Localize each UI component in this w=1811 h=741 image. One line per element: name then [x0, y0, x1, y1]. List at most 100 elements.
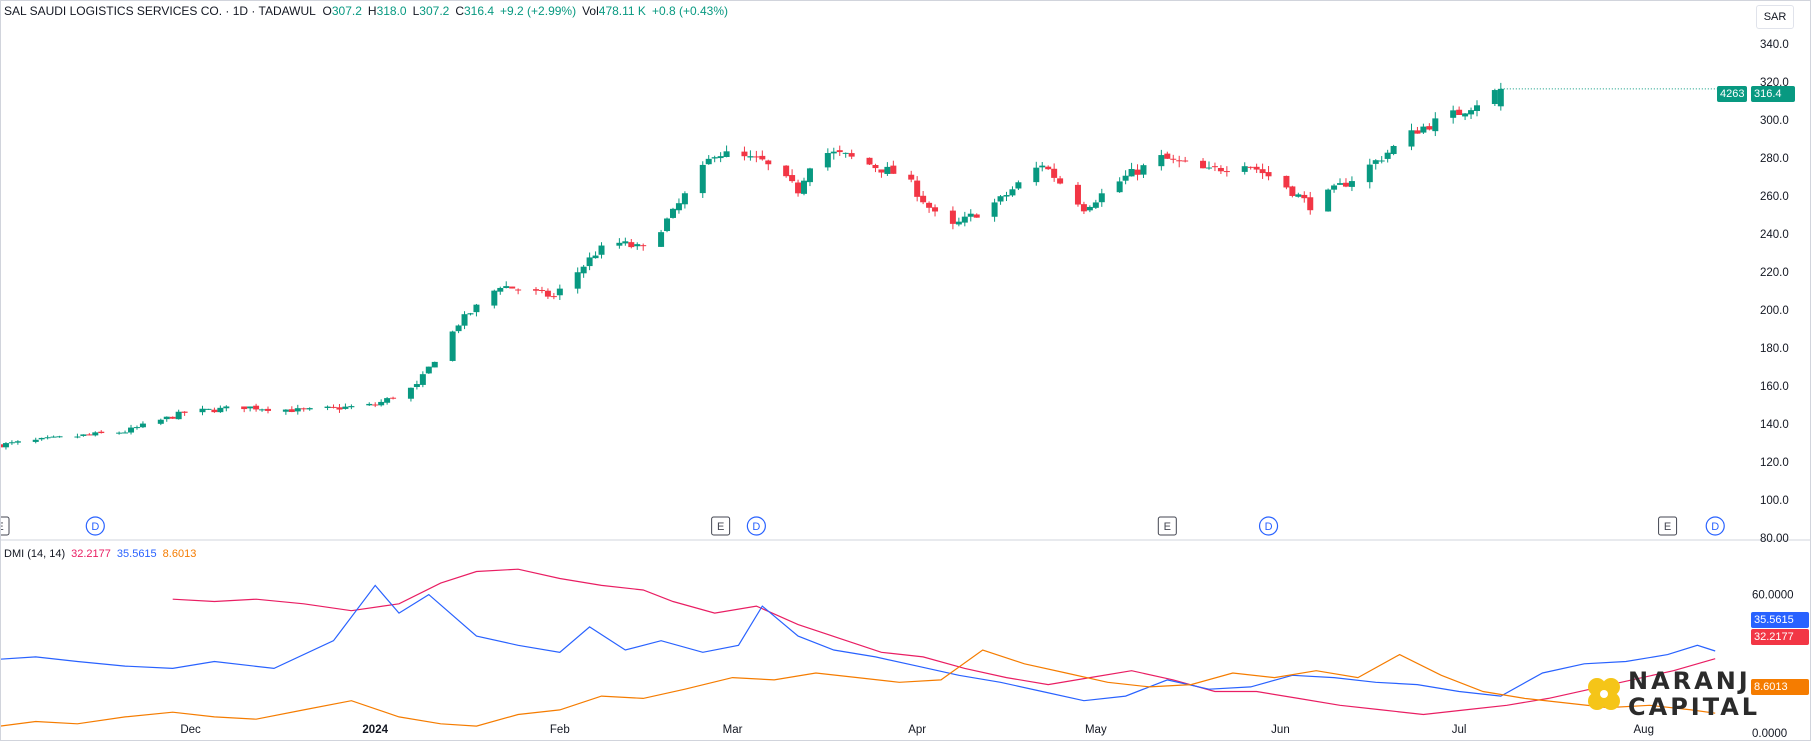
- candle-body: [795, 182, 802, 194]
- logo-line2: CAPITAL: [1628, 693, 1761, 721]
- chart-svg[interactable]: 80.00 100.0 120.0 140.0 160.0 180.0 200.0 220.0…: [0, 0, 1811, 741]
- candle-body: [181, 411, 188, 413]
- candle-body: [1039, 165, 1046, 168]
- candle-body: [628, 242, 635, 248]
- candle-body: [503, 286, 510, 289]
- candle-body: [1372, 160, 1379, 164]
- candle-body: [491, 290, 498, 306]
- candle-body: [372, 404, 379, 406]
- candle-body: [1253, 166, 1260, 170]
- close-label: C: [455, 4, 464, 18]
- candle-body: [1164, 153, 1171, 159]
- dividend-marker-label: D: [1711, 521, 1719, 533]
- candle-body: [509, 286, 516, 289]
- candle-body: [288, 409, 295, 413]
- candle-body: [926, 202, 933, 208]
- candle-body: [14, 441, 21, 443]
- candle-body: [1295, 194, 1302, 197]
- candle-body: [38, 437, 45, 440]
- candle-body: [1348, 181, 1355, 187]
- candle-body: [497, 287, 504, 292]
- candle-body: [324, 406, 331, 408]
- candle-body: [914, 180, 921, 197]
- time-axis-tick-label: 2024: [362, 724, 388, 736]
- candle-body: [717, 156, 724, 159]
- candle-body: [211, 409, 218, 413]
- dmi-axis-tick-label: 60.0000: [1752, 590, 1794, 602]
- candle-body: [139, 423, 146, 428]
- candle-body: [1176, 160, 1183, 162]
- candle-body: [1497, 88, 1504, 107]
- candle-body: [967, 213, 974, 217]
- candle-body: [330, 406, 337, 408]
- logo-line1: NARANJ: [1628, 667, 1751, 695]
- dmi-axis-tick-label: 0.0000: [1752, 728, 1787, 740]
- candle-body: [1283, 175, 1290, 188]
- candle-body: [1134, 169, 1141, 175]
- candle-body: [1170, 158, 1177, 160]
- price-axis-tick-label: 160.0: [1760, 381, 1789, 393]
- candle-body: [1491, 90, 1498, 105]
- candle-body: [961, 216, 968, 223]
- candle-body: [664, 218, 671, 232]
- candle-body: [217, 407, 224, 413]
- price-axis-tick-label: 140.0: [1760, 419, 1789, 431]
- candle-body: [1080, 204, 1087, 212]
- candle-body: [711, 157, 718, 159]
- candle-body: [348, 406, 355, 408]
- candle-body: [294, 408, 301, 412]
- candle-body: [1140, 165, 1147, 175]
- candle-body: [1200, 160, 1207, 169]
- candle-body: [1128, 169, 1135, 177]
- candle-body: [1051, 168, 1058, 178]
- candle-body: [8, 442, 15, 444]
- candle-body: [1289, 186, 1296, 196]
- candle-body: [753, 156, 760, 158]
- candle-body: [1015, 182, 1022, 189]
- candle-body: [56, 436, 63, 438]
- candle-body: [658, 232, 665, 247]
- candle-body: [1456, 109, 1463, 115]
- candle-body: [824, 153, 831, 168]
- earnings-marker-label: E: [717, 521, 724, 533]
- candle-body: [247, 406, 254, 409]
- candle-body: [1378, 160, 1385, 162]
- candle-body: [538, 289, 545, 291]
- candle-body: [580, 266, 587, 274]
- candle-body: [806, 168, 813, 183]
- candle-body: [622, 241, 629, 244]
- price-axis-tick-label: 300.0: [1760, 115, 1789, 127]
- candle-body: [175, 411, 182, 420]
- candle-body: [1366, 164, 1373, 183]
- candle-body: [789, 175, 796, 182]
- candle-body: [86, 434, 93, 436]
- volume-change: +0.8 (+0.43%): [651, 4, 728, 18]
- candle-body: [1390, 145, 1397, 154]
- candle-body: [872, 165, 879, 169]
- candle-body: [878, 169, 885, 173]
- currency-button[interactable]: SAR: [1756, 5, 1794, 29]
- candle-body: [920, 195, 927, 203]
- naranj-capital-logo: NARANJ CAPITAL: [1586, 668, 1760, 720]
- candle-body: [205, 408, 212, 410]
- candle-body: [1259, 169, 1266, 174]
- candle-body: [1325, 189, 1332, 212]
- candle-body: [425, 366, 432, 374]
- candle-body: [1414, 130, 1421, 134]
- time-axis-tick-label: Jul: [1452, 724, 1467, 736]
- candle-body: [836, 150, 843, 153]
- candle-body: [550, 296, 557, 298]
- candle-body: [544, 290, 551, 297]
- price-axis-tick-label: 340.0: [1760, 39, 1789, 51]
- candle-body: [515, 289, 522, 291]
- earnings-marker-label: E: [1164, 521, 1171, 533]
- price-axis-tick-label: 80.00: [1760, 533, 1789, 545]
- candle-body: [1092, 202, 1099, 208]
- open-label: O: [322, 4, 332, 18]
- dividend-marker-label: D: [91, 521, 99, 533]
- candle-body: [461, 314, 468, 326]
- candle-body: [830, 151, 837, 154]
- candle-body: [133, 427, 140, 429]
- candle-body: [431, 361, 438, 368]
- candle-body: [669, 208, 676, 218]
